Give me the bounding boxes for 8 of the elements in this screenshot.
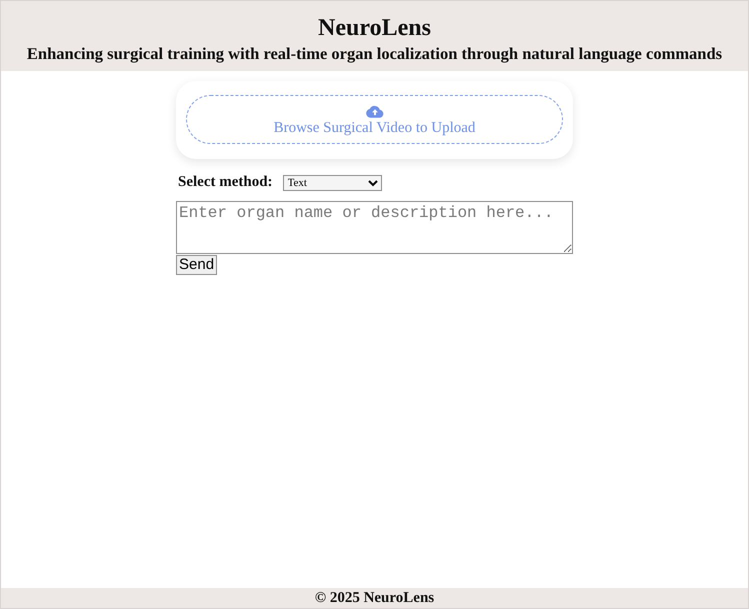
send-button[interactable]: Send [176, 255, 218, 275]
organ-query-field[interactable]: Enter organ name or description here... [176, 201, 573, 254]
app-subtitle: Enhancing surgical training with real-time organ localization through natural language commands [26, 43, 724, 65]
app-title: NeuroLens [317, 14, 432, 42]
copyright-text: © 2025 NeuroLens [314, 590, 434, 606]
method-label: Select method: [178, 174, 273, 191]
cloud-upload-icon [366, 104, 384, 118]
method-select[interactable]: Text [282, 174, 382, 190]
